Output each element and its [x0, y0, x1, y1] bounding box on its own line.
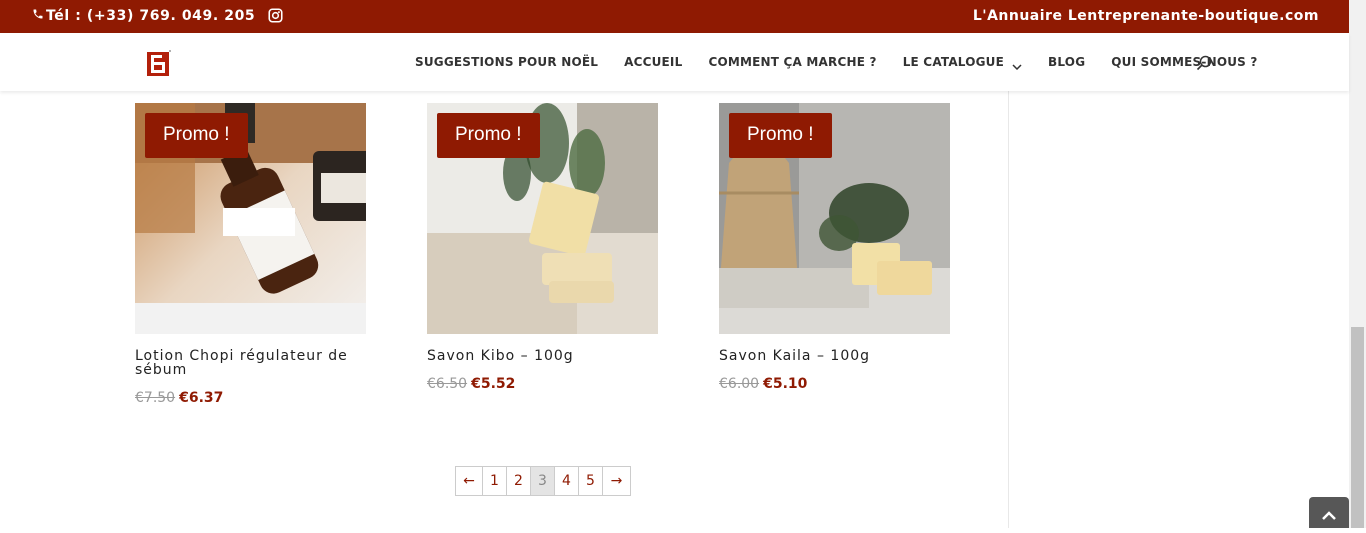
- sidebar-divider: [1008, 91, 1009, 528]
- sale-price: €5.10: [763, 376, 808, 392]
- back-to-top-button[interactable]: [1309, 497, 1349, 528]
- product-price: €6.50 €5.52: [427, 376, 515, 392]
- promo-badge: Promo !: [145, 113, 248, 158]
- scrollbar-thumb[interactable]: [1351, 327, 1364, 528]
- old-price: €7.50: [135, 390, 176, 406]
- old-price: €6.00: [719, 376, 760, 392]
- product-price: €6.00 €5.10: [719, 376, 807, 392]
- sale-price: €6.37: [179, 390, 224, 406]
- phone-icon: [32, 8, 46, 24]
- page-scrollbar[interactable]: [1349, 0, 1366, 528]
- pagination-next[interactable]: →: [603, 467, 630, 495]
- phone-number[interactable]: Tél : (+33) 769. 049. 205: [32, 8, 255, 24]
- product-title[interactable]: Lotion Chopi régulateur de sébum: [135, 349, 366, 377]
- phone-text: Tél : (+33) 769. 049. 205: [46, 8, 256, 24]
- promo-badge: Promo !: [437, 113, 540, 158]
- site-link[interactable]: L'Annuaire Lentreprenante-boutique.com: [973, 8, 1319, 24]
- nav-label: SUGGESTIONS POUR NOËL: [415, 55, 599, 69]
- nav-item-blog[interactable]: BLOG: [1048, 55, 1085, 69]
- nav-label: LE CATALOGUE: [902, 55, 1005, 69]
- pagination-page-4[interactable]: 4: [555, 467, 579, 495]
- nav-item-accueil[interactable]: ACCUEIL: [624, 55, 682, 69]
- promo-badge: Promo !: [729, 113, 832, 158]
- main-header: SUGGESTIONS POUR NOËL ACCUEIL COMMENT ÇA…: [0, 33, 1349, 91]
- nav-item-qui-sommes-nous[interactable]: QUI SOMMES-NOUS ?: [1111, 55, 1257, 69]
- nav-item-catalogue[interactable]: LE CATALOGUE: [902, 55, 1022, 71]
- instagram-icon[interactable]: [268, 8, 283, 23]
- pagination-page-current: 3: [531, 467, 555, 495]
- sale-price: €5.52: [471, 376, 516, 392]
- pagination: ← 1 2 3 4 5 →: [455, 466, 631, 496]
- product-title[interactable]: Savon Kibo – 100g: [427, 349, 658, 363]
- nav-item-comment[interactable]: COMMENT ÇA MARCHE ?: [708, 55, 876, 69]
- old-price: €6.50: [427, 376, 468, 392]
- pagination-page-5[interactable]: 5: [579, 467, 603, 495]
- chevron-down-icon: [1012, 59, 1022, 71]
- pagination-page-1[interactable]: 1: [483, 467, 507, 495]
- site-logo[interactable]: [146, 48, 172, 78]
- nav-item-suggestions[interactable]: SUGGESTIONS POUR NOËL: [415, 55, 598, 69]
- chevron-up-icon: [1322, 511, 1336, 520]
- pagination-prev[interactable]: ←: [456, 467, 483, 495]
- top-bar: Tél : (+33) 769. 049. 205 L'Annuaire Len…: [0, 0, 1349, 33]
- pagination-page-2[interactable]: 2: [507, 467, 531, 495]
- nav-label: BLOG: [1048, 55, 1086, 69]
- product-price: €7.50 €6.37: [135, 390, 223, 406]
- product-title[interactable]: Savon Kaila – 100g: [719, 349, 950, 363]
- nav-label: QUI SOMMES-NOUS ?: [1111, 55, 1258, 69]
- nav-label: COMMENT ÇA MARCHE ?: [708, 55, 877, 69]
- nav-label: ACCUEIL: [624, 55, 683, 69]
- main-nav: SUGGESTIONS POUR NOËL ACCUEIL COMMENT ÇA…: [415, 33, 1258, 91]
- search-icon[interactable]: [1196, 55, 1212, 71]
